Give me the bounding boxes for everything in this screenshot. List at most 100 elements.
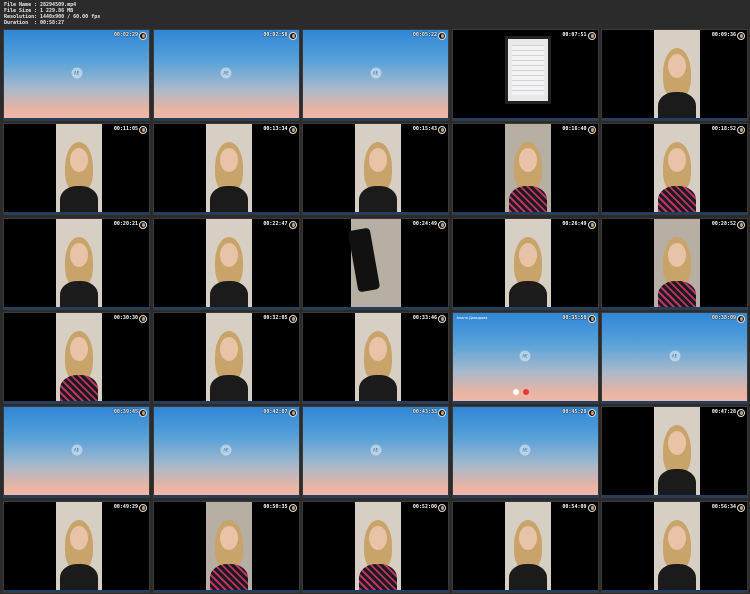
thumbnail-frame[interactable]: 00:54:09 bbox=[451, 500, 599, 593]
thumbnail-frame[interactable]: AE 00:02:29 bbox=[3, 29, 150, 121]
taskbar-strip bbox=[153, 306, 299, 309]
watermark-logo-icon bbox=[288, 314, 297, 323]
taskbar-strip bbox=[303, 212, 448, 215]
thumbnail-frame[interactable]: AE 00:45:29 bbox=[451, 406, 599, 499]
caller-avatar: AE bbox=[220, 444, 232, 456]
video-feed bbox=[504, 501, 551, 590]
thumbnail-frame[interactable]: 00:50:35 bbox=[152, 500, 300, 593]
face-shape bbox=[518, 525, 537, 550]
thumbnail-frame[interactable]: 00:24:49 bbox=[302, 217, 449, 310]
thumbnail-frame[interactable]: 00:18:52 bbox=[601, 123, 748, 216]
watermark-logo-icon bbox=[438, 126, 446, 135]
watermark-logo-icon bbox=[139, 32, 147, 40]
shirt-shape bbox=[209, 186, 248, 213]
thumbnail-frame[interactable]: AE 00:02:58 bbox=[152, 29, 300, 121]
watermark-logo-icon bbox=[587, 32, 596, 40]
timestamp-label: 00:15:43 bbox=[412, 126, 437, 133]
face-shape bbox=[369, 336, 387, 361]
file-info-header: File Name: 28294509.mp4 File Size: 1 229… bbox=[4, 2, 100, 27]
shirt-shape bbox=[209, 374, 248, 401]
thumbnail-frame[interactable]: 00:22:47 bbox=[152, 217, 300, 310]
taskbar-strip bbox=[602, 118, 747, 120]
taskbar-strip bbox=[452, 589, 598, 592]
caller-avatar: AE bbox=[71, 444, 82, 456]
thumbnail-frame[interactable]: 00:28:52 bbox=[601, 217, 748, 310]
thumbnail-frame[interactable]: AE 00:42:07 bbox=[152, 406, 300, 499]
watermark-logo-icon bbox=[288, 32, 297, 40]
timestamp-label: 00:13:34 bbox=[263, 126, 288, 133]
video-feed bbox=[355, 124, 401, 213]
timestamp-label: 00:50:35 bbox=[263, 503, 288, 510]
thumbnail-frame[interactable]: 00:32:05 bbox=[152, 311, 300, 404]
timestamp-label: 00:02:58 bbox=[263, 32, 288, 38]
shirt-shape bbox=[60, 374, 98, 401]
taskbar-strip bbox=[4, 306, 149, 309]
taskbar-strip bbox=[452, 306, 598, 309]
timestamp-label: 00:47:28 bbox=[711, 409, 736, 416]
watermark-logo-icon bbox=[139, 126, 147, 135]
timestamp-label: 00:28:52 bbox=[711, 220, 736, 227]
watermark-logo-icon bbox=[587, 409, 596, 418]
watermark-logo-icon bbox=[139, 409, 147, 418]
thumbnail-frame[interactable]: 00:49:29 bbox=[3, 500, 150, 593]
face-shape bbox=[219, 242, 238, 267]
caller-avatar: AE bbox=[519, 350, 531, 362]
thumbnail-frame[interactable]: 00:09:36 bbox=[601, 29, 748, 121]
caller-name: Алина Давыдова bbox=[456, 315, 488, 320]
thumbnail-grid: AE 00:02:29 AE 00:02:58 AE 00:05:22 00:07:51 00… bbox=[3, 29, 750, 594]
taskbar-strip bbox=[153, 118, 299, 120]
video-toggle-button[interactable] bbox=[512, 388, 519, 395]
timestamp-label: 00:18:52 bbox=[711, 126, 736, 133]
shirt-shape bbox=[508, 563, 547, 590]
watermark-logo-icon bbox=[288, 503, 297, 512]
thumbnail-frame[interactable]: 00:13:34 bbox=[152, 123, 300, 216]
watermark-logo-icon bbox=[737, 314, 745, 323]
thumbnail-frame[interactable]: 00:11:05 bbox=[3, 123, 150, 216]
timestamp-label: 00:49:29 bbox=[113, 503, 138, 510]
watermark-logo-icon bbox=[587, 314, 596, 323]
watermark-logo-icon bbox=[139, 503, 147, 512]
thumbnail-frame[interactable]: AE 00:43:33 bbox=[302, 406, 449, 499]
thumbnail-frame[interactable]: 00:07:51 bbox=[451, 29, 599, 121]
thumbnail-frame[interactable]: 00:30:30 bbox=[3, 311, 150, 404]
face-shape bbox=[70, 242, 88, 267]
shirt-shape bbox=[60, 280, 98, 307]
face-shape bbox=[219, 148, 238, 173]
shirt-shape bbox=[658, 186, 696, 213]
thumbnail-frame[interactable]: AE 00:39:45 bbox=[3, 406, 150, 499]
thumbnail-frame[interactable]: 00:16:40 bbox=[451, 123, 599, 216]
caller-avatar: AE bbox=[519, 444, 531, 456]
shirt-shape bbox=[508, 186, 547, 213]
watermark-logo-icon bbox=[737, 32, 745, 40]
video-feed bbox=[56, 218, 102, 307]
watermark-logo-icon bbox=[587, 126, 596, 135]
shirt-shape bbox=[658, 280, 696, 307]
face-shape bbox=[668, 242, 686, 267]
timestamp-label: 00:02:29 bbox=[113, 32, 138, 38]
thumbnail-frame[interactable]: AE 00:38:09 bbox=[601, 311, 748, 404]
end-call-button[interactable] bbox=[522, 388, 529, 395]
thumbnail-frame[interactable]: AE Алина Давыдова 00:35:50 bbox=[451, 311, 599, 404]
thumbnail-frame[interactable]: 00:15:43 bbox=[302, 123, 449, 216]
thumbnail-frame[interactable]: AE 00:05:22 bbox=[302, 29, 449, 121]
caller-avatar: AE bbox=[220, 67, 232, 79]
watermark-logo-icon bbox=[737, 409, 745, 418]
document-lines bbox=[511, 45, 544, 95]
video-feed bbox=[205, 312, 252, 401]
timestamp-label: 00:32:05 bbox=[263, 314, 288, 321]
timestamp-label: 00:42:07 bbox=[263, 409, 288, 416]
taskbar-strip bbox=[153, 495, 299, 498]
thumbnail-frame[interactable]: 00:52:00 bbox=[302, 500, 449, 593]
thumbnail-frame[interactable]: 00:47:28 bbox=[601, 406, 748, 499]
shirt-shape bbox=[60, 186, 98, 213]
taskbar-strip bbox=[153, 212, 299, 215]
thumbnail-frame[interactable]: 00:56:34 bbox=[601, 500, 748, 593]
timestamp-label: 00:38:09 bbox=[711, 314, 736, 321]
timestamp-label: 00:16:40 bbox=[562, 126, 587, 133]
video-feed bbox=[56, 501, 102, 590]
thumbnail-frame[interactable]: 00:20:21 bbox=[3, 217, 150, 310]
video-feed bbox=[355, 312, 401, 401]
thumbnail-frame[interactable]: 00:33:46 bbox=[302, 311, 449, 404]
thumbnail-frame[interactable]: 00:26:49 bbox=[451, 217, 599, 310]
face-shape bbox=[668, 525, 686, 550]
